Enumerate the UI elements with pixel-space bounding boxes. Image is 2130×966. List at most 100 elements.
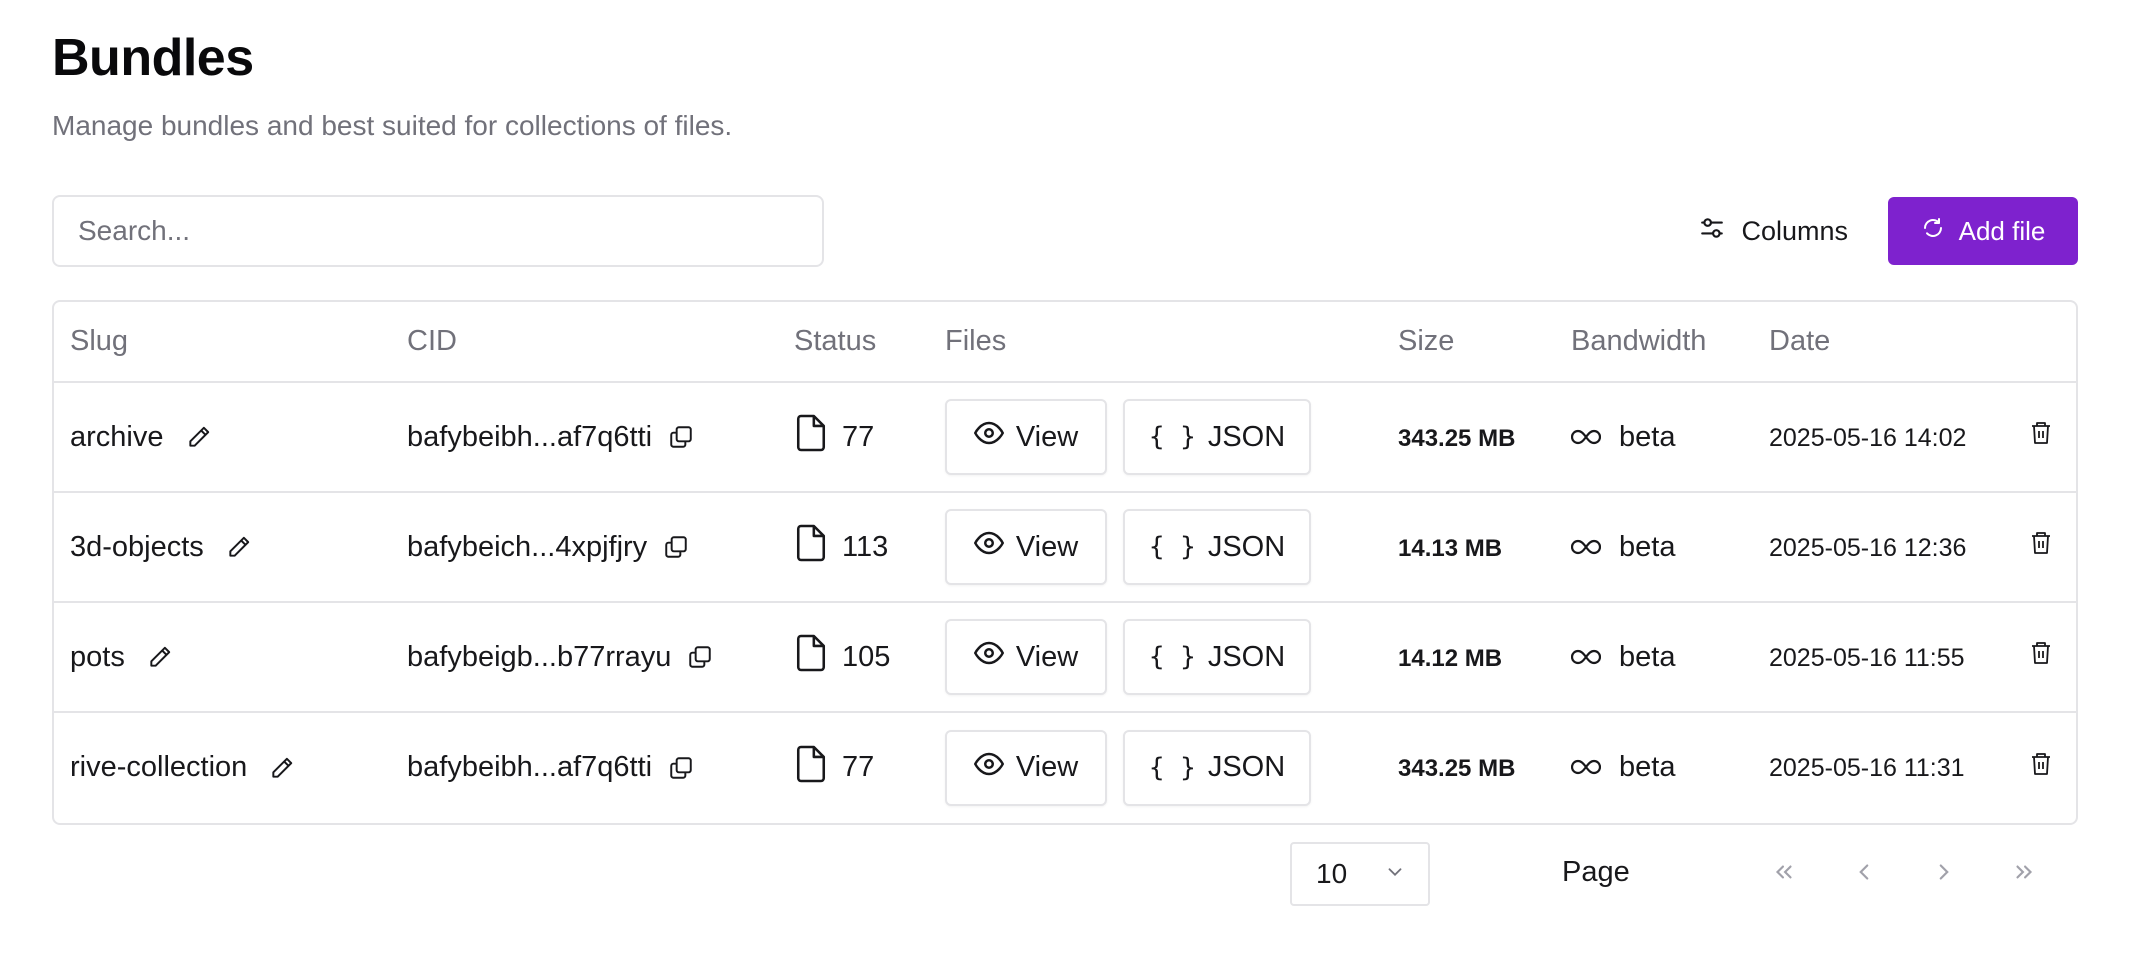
column-header-cid[interactable]: CID [391, 302, 778, 383]
add-file-label: Add file [1958, 215, 2046, 246]
next-page-button[interactable] [1922, 852, 1966, 896]
file-icon [794, 744, 828, 792]
table-row: pots bafybeigb...b77rrayu 105 View { } JS… [54, 602, 2076, 713]
previous-page-button[interactable] [1842, 852, 1886, 896]
eye-icon [973, 528, 1004, 566]
column-header-bandwidth[interactable]: Bandwidth [1555, 302, 1753, 383]
copy-icon[interactable] [687, 644, 713, 670]
page-label: Page [1562, 856, 1630, 888]
column-header-date[interactable]: Date [1753, 302, 2013, 383]
column-header-size[interactable]: Size [1382, 302, 1555, 383]
page-title: Bundles [52, 29, 254, 87]
bundles-table: Slug CID Status Files Size Bandwidth Dat… [52, 300, 2078, 825]
file-count: 105 [842, 640, 891, 673]
table-header-row: Slug CID Status Files Size Bandwidth Dat… [54, 302, 2076, 383]
chevron-right-icon [1931, 859, 1957, 890]
pencil-icon[interactable] [269, 755, 295, 781]
braces-icon: { } [1148, 422, 1196, 452]
row-date: 2025-05-16 11:31 [1769, 754, 1965, 782]
table-row: 3d-objects bafybeich...4xpjfjry 113 View… [54, 492, 2076, 603]
row-cid: bafybeich...4xpjfjry [407, 530, 648, 563]
page-size-value: 10 [1316, 858, 1348, 889]
file-count: 77 [842, 420, 875, 453]
page-size-select[interactable]: 10 [1290, 842, 1430, 906]
row-slug: rive-collection [70, 751, 248, 783]
file-icon [794, 633, 828, 681]
json-label: JSON [1207, 420, 1286, 453]
row-cid: bafybeigb...b77rrayu [407, 640, 672, 673]
view-label: View [1015, 751, 1079, 783]
view-button[interactable]: View [945, 729, 1107, 806]
sliders-icon [1699, 215, 1725, 248]
add-file-button[interactable]: Add file [1888, 197, 2078, 265]
trash-icon[interactable] [2029, 751, 2053, 777]
file-icon [794, 523, 828, 571]
last-page-button[interactable] [2002, 852, 2046, 896]
file-count: 77 [842, 751, 875, 783]
row-size: 14.13 MB [1398, 534, 1503, 562]
eye-icon [973, 638, 1004, 676]
braces-icon: { } [1148, 532, 1196, 562]
table-row: rive-collection bafybeibh...af7q6tti 77 … [54, 712, 2076, 822]
json-button[interactable]: { } JSON [1123, 509, 1311, 585]
infinity-icon [1570, 421, 1602, 454]
row-bandwidth: beta [1619, 530, 1676, 563]
refresh-icon [1921, 216, 1945, 247]
column-header-files[interactable]: Files [929, 302, 1382, 383]
copy-icon[interactable] [668, 424, 694, 450]
row-bandwidth: beta [1619, 420, 1676, 453]
json-button[interactable]: { } JSON [1123, 619, 1311, 695]
view-button[interactable]: View [945, 619, 1107, 695]
row-date: 2025-05-16 14:02 [1769, 423, 1967, 452]
infinity-icon [1570, 531, 1602, 564]
row-date: 2025-05-16 11:55 [1769, 643, 1965, 672]
infinity-icon [1570, 641, 1602, 674]
toolbar: Columns Add file [52, 195, 2078, 267]
row-slug: 3d-objects [70, 530, 204, 563]
row-slug: pots [70, 640, 125, 673]
search-input[interactable] [52, 195, 824, 267]
infinity-icon [1570, 751, 1602, 784]
row-size: 343.25 MB [1398, 755, 1516, 782]
trash-icon[interactable] [2029, 420, 2053, 446]
row-size: 343.25 MB [1398, 424, 1516, 452]
view-label: View [1015, 530, 1079, 563]
json-button[interactable]: { } JSON [1123, 399, 1311, 475]
chevrons-left-icon [1771, 859, 1797, 890]
row-date: 2025-05-16 12:36 [1769, 533, 1967, 562]
row-cid: bafybeibh...af7q6tti [407, 751, 653, 783]
copy-icon[interactable] [663, 534, 689, 560]
row-cid: bafybeibh...af7q6tti [407, 420, 653, 453]
json-label: JSON [1207, 640, 1286, 673]
braces-icon: { } [1148, 752, 1196, 783]
column-header-actions [2013, 302, 2076, 383]
first-page-button[interactable] [1762, 852, 1806, 896]
json-label: JSON [1207, 530, 1286, 563]
row-bandwidth: beta [1619, 640, 1676, 673]
eye-icon [973, 749, 1004, 787]
pencil-icon[interactable] [147, 644, 173, 670]
json-label: JSON [1207, 751, 1286, 783]
pencil-icon[interactable] [186, 424, 212, 450]
chevrons-right-icon [2011, 859, 2037, 890]
file-icon [794, 413, 828, 461]
trash-icon[interactable] [2029, 640, 2053, 666]
view-button[interactable]: View [945, 509, 1107, 585]
json-button[interactable]: { } JSON [1123, 729, 1311, 806]
file-count: 113 [842, 530, 889, 563]
pencil-icon[interactable] [226, 534, 252, 560]
columns-label: Columns [1741, 215, 1848, 246]
view-label: View [1015, 420, 1079, 453]
row-bandwidth: beta [1619, 751, 1676, 783]
chevron-left-icon [1851, 859, 1877, 890]
copy-icon[interactable] [668, 755, 694, 781]
row-size: 14.12 MB [1398, 644, 1503, 672]
view-label: View [1015, 640, 1079, 673]
trash-icon[interactable] [2029, 530, 2053, 556]
row-slug: archive [70, 420, 164, 453]
column-header-status[interactable]: Status [778, 302, 929, 383]
column-header-slug[interactable]: Slug [54, 302, 391, 383]
columns-button[interactable]: Columns [1681, 201, 1866, 261]
braces-icon: { } [1148, 642, 1196, 672]
view-button[interactable]: View [945, 399, 1107, 475]
